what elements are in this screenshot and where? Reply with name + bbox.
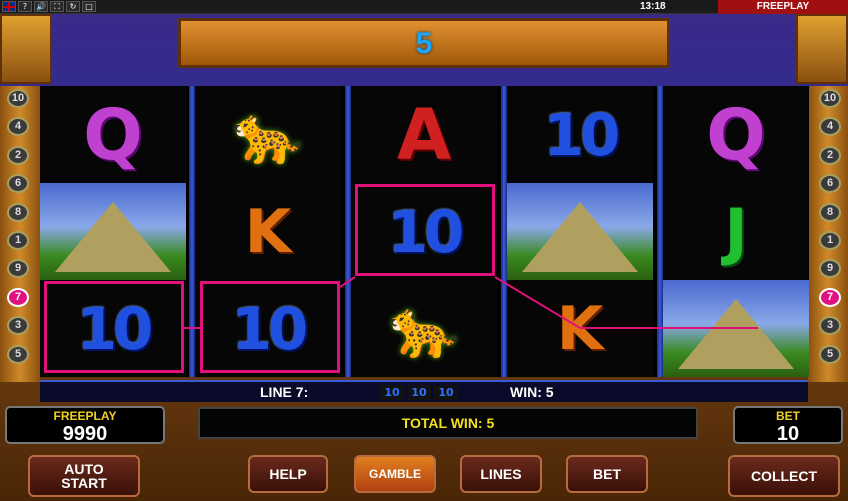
collect-button[interactable]: COLLECT — [728, 455, 840, 497]
pyramid-icon — [678, 298, 794, 369]
reel-divider — [657, 86, 663, 377]
bet-button[interactable]: BET — [566, 455, 648, 493]
reel-divider — [501, 86, 507, 377]
line-button-left-2[interactable]: 2 — [7, 145, 29, 165]
bet-value: 10 — [776, 423, 800, 445]
auto-start-label-1: AUTO — [64, 461, 104, 477]
symbol-q: Q — [706, 93, 766, 176]
sound-icon[interactable]: 🔊 — [34, 1, 48, 12]
clock: 13:18 — [640, 1, 666, 12]
reel-5: QJ — [663, 86, 809, 377]
symbol-k: K — [244, 196, 292, 267]
gamble-button[interactable]: GAMBLE — [354, 455, 436, 493]
payline-segment — [184, 327, 200, 329]
jaguar-symbol: 🐆 — [389, 296, 459, 362]
line-button-right-8[interactable]: 8 — [819, 202, 841, 222]
symbol-q: Q — [83, 93, 143, 176]
line-button-right-2[interactable]: 2 — [819, 145, 841, 165]
lines-button[interactable]: LINES — [460, 455, 542, 493]
pyramid-symbol — [507, 183, 653, 280]
total-win-display: TOTAL WIN: 5 — [198, 407, 698, 439]
line-button-right-1[interactable]: 1 — [819, 231, 841, 250]
line-symbol: 10 — [380, 385, 404, 400]
reel-divider — [345, 86, 351, 377]
topbar-icons: ? 🔊 ⛶ ↻ □ — [2, 1, 96, 12]
help-icon[interactable]: ? — [18, 1, 32, 12]
line-button-left-1[interactable]: 1 — [7, 231, 29, 250]
line-label: LINE 7: — [260, 384, 309, 400]
line-button-left-5[interactable]: 5 — [7, 344, 29, 364]
symbol-a: A — [396, 93, 452, 176]
auto-start-label-2: START — [61, 475, 107, 491]
pyramid-icon — [522, 201, 638, 272]
line-button-right-10[interactable]: 10 — [819, 89, 841, 108]
symbol-j: J — [724, 195, 748, 268]
header-win-display: 5 — [178, 18, 670, 68]
balance-panel: FREEPLAY 9990 — [5, 406, 165, 445]
top-status-bar: ? 🔊 ⛶ ↻ □ 13:18 FREEPLAY — [0, 0, 848, 14]
line-symbols: 10 10 10 — [380, 385, 458, 400]
line-button-right-7[interactable]: 7 — [819, 287, 841, 307]
line-button-left-8[interactable]: 8 — [7, 202, 29, 222]
pyramid-symbol — [40, 183, 186, 280]
header-win-value: 5 — [415, 27, 433, 60]
balance-label: FREEPLAY — [53, 409, 117, 423]
winning-symbol-frame — [355, 184, 495, 276]
window-icon[interactable]: □ — [82, 1, 96, 12]
jaguar-symbol: 🐆 — [233, 102, 303, 168]
line-symbol: 10 — [434, 385, 458, 400]
fullscreen-icon[interactable]: ⛶ — [50, 1, 64, 12]
reel-divider — [189, 86, 195, 377]
uk-flag-icon[interactable] — [2, 1, 16, 12]
line-button-left-7[interactable]: 7 — [7, 287, 29, 307]
line-win: WIN: 5 — [510, 384, 554, 400]
winning-symbol-frame — [200, 281, 340, 373]
line-info-bar: LINE 7: 10 10 10 WIN: 5 — [40, 380, 808, 402]
help-button[interactable]: HELP — [248, 455, 328, 493]
right-totem-decoration — [796, 14, 848, 84]
reload-icon[interactable]: ↻ — [66, 1, 80, 12]
bet-label: BET — [776, 409, 800, 423]
reel-area: Q 10 🐆 K 10 A 10 🐆 10 K Q J — [40, 86, 809, 377]
mode-badge: FREEPLAY — [718, 0, 848, 14]
bet-panel: BET 10 — [733, 406, 843, 445]
winning-symbol-frame — [44, 281, 184, 373]
pyramid-icon — [55, 201, 171, 272]
auto-start-button[interactable]: AUTO START — [28, 455, 140, 497]
balance-value: 9990 — [62, 423, 108, 445]
line-button-right-5[interactable]: 5 — [819, 344, 841, 364]
line-button-left-10[interactable]: 10 — [7, 89, 29, 108]
left-totem-decoration — [0, 14, 52, 84]
symbol-10: 10 — [543, 100, 621, 169]
payline-segment — [580, 327, 758, 329]
reel-4: 10 K — [507, 86, 653, 377]
line-symbol: 10 — [407, 385, 431, 400]
